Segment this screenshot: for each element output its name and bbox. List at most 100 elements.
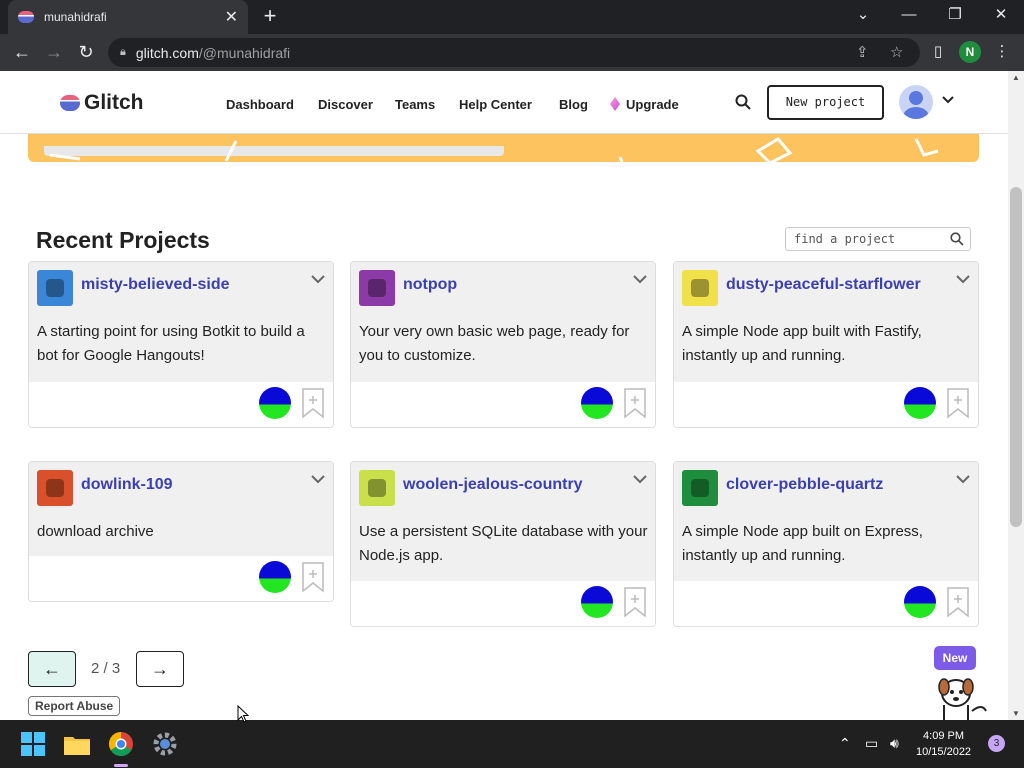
restore-button[interactable]: ❐: [932, 0, 978, 34]
project-card[interactable]: misty-believed-side A starting point for …: [28, 261, 334, 428]
project-name-link[interactable]: dusty-peaceful-starflower: [726, 276, 921, 294]
forward-icon[interactable]: →: [42, 40, 66, 64]
scrollbar-thumb[interactable]: [1010, 187, 1022, 527]
windows-start-icon[interactable]: [17, 728, 49, 760]
project-name-link[interactable]: misty-believed-side: [81, 276, 230, 294]
card-footer: [351, 581, 655, 626]
reload-icon[interactable]: ↻: [74, 40, 98, 64]
chevron-down-icon[interactable]: [956, 274, 970, 284]
project-name-link[interactable]: dowlink-109: [81, 476, 173, 494]
bookmark-icon[interactable]: [623, 387, 647, 419]
card-footer: [674, 581, 978, 626]
nav-blog[interactable]: Blog: [559, 97, 588, 112]
tab-search-icon[interactable]: ⌄: [840, 0, 886, 34]
file-explorer-icon[interactable]: [61, 728, 93, 760]
bookmark-icon[interactable]: [946, 387, 970, 419]
project-name-link[interactable]: woolen-jealous-country: [403, 476, 583, 494]
card-body: notpop Your very own basic web page, read…: [351, 262, 655, 384]
chevron-down-icon[interactable]: [956, 474, 970, 484]
chrome-menu-icon[interactable]: ⋮: [992, 42, 1012, 60]
search-icon[interactable]: [950, 232, 964, 246]
bookmark-icon[interactable]: [946, 586, 970, 618]
browser-tab-strip: munahidrafi ✕ + ⌄ — ❐ ✕: [0, 0, 1024, 34]
glitch-header: Glitch Dashboard Discover Teams Help Cen…: [0, 71, 1008, 134]
project-description: Your very own basic web page, ready for …: [359, 323, 630, 364]
glitch-logo[interactable]: Glitch: [60, 91, 144, 115]
nav-help-center[interactable]: Help Center: [459, 97, 532, 112]
page-scrollbar[interactable]: ▲ ▼: [1008, 71, 1024, 720]
minimize-button[interactable]: —: [886, 0, 932, 34]
settings-gear-icon[interactable]: [149, 728, 181, 760]
nav-discover[interactable]: Discover: [318, 97, 373, 112]
volume-icon[interactable]: 🔊︎: [890, 735, 899, 752]
chevron-down-icon[interactable]: [633, 474, 647, 484]
scroll-down-icon[interactable]: ▼: [1012, 709, 1020, 718]
card-footer: [351, 382, 655, 427]
scroll-up-icon[interactable]: ▲: [1012, 73, 1020, 82]
chevron-down-icon[interactable]: [942, 95, 954, 105]
side-panel-icon[interactable]: ▯: [928, 42, 948, 60]
nav-dashboard[interactable]: Dashboard: [226, 97, 294, 112]
card-body: clover-pebble-quartz A simple Node app bu…: [674, 462, 978, 583]
chevron-down-icon[interactable]: [311, 274, 325, 284]
user-avatar[interactable]: [259, 561, 291, 593]
project-card[interactable]: woolen-jealous-country Use a persistent S…: [350, 461, 656, 627]
user-avatar[interactable]: [259, 387, 291, 419]
network-icon[interactable]: ▭: [865, 735, 878, 752]
user-avatar[interactable]: [904, 387, 936, 419]
project-avatar[interactable]: [37, 470, 73, 506]
project-avatar[interactable]: [359, 470, 395, 506]
project-name-link[interactable]: notpop: [403, 276, 457, 294]
card-body: woolen-jealous-country Use a persistent S…: [351, 462, 655, 583]
user-avatar[interactable]: [904, 586, 936, 618]
bookmark-icon[interactable]: [623, 586, 647, 618]
close-window-button[interactable]: ✕: [978, 0, 1024, 34]
system-clock[interactable]: 4:09 PM 10/15/2022: [916, 728, 971, 760]
profile-avatar[interactable]: N: [959, 41, 981, 63]
lock-icon[interactable]: 🔒︎: [120, 46, 126, 59]
close-tab-icon[interactable]: ✕: [225, 7, 238, 27]
project-avatar[interactable]: [682, 270, 718, 306]
user-avatar[interactable]: [581, 387, 613, 419]
windows-taskbar: ⌃ ▭ 🔊︎ 4:09 PM 10/15/2022 3: [0, 720, 1024, 768]
project-card[interactable]: dowlink-109 download archive: [28, 461, 334, 602]
share-icon[interactable]: ⇪: [856, 43, 869, 61]
project-card[interactable]: notpop Your very own basic web page, read…: [350, 261, 656, 428]
browser-tab[interactable]: munahidrafi ✕: [8, 0, 248, 34]
project-description: A simple Node app built with Fastify, in…: [682, 323, 922, 364]
tab-title: munahidrafi: [44, 10, 107, 24]
card-footer: [29, 556, 333, 601]
chrome-icon[interactable]: [105, 728, 137, 760]
find-project-input[interactable]: [785, 227, 971, 251]
mouse-cursor-icon: [237, 705, 249, 723]
chevron-down-icon[interactable]: [311, 474, 325, 484]
nav-upgrade[interactable]: Upgrade: [610, 97, 679, 112]
bookmark-icon[interactable]: [301, 561, 325, 593]
project-avatar[interactable]: [359, 270, 395, 306]
project-description: A starting point for using Botkit to bui…: [37, 323, 305, 364]
project-avatar[interactable]: [37, 270, 73, 306]
user-avatar[interactable]: [581, 586, 613, 618]
search-icon[interactable]: [735, 94, 751, 110]
next-page-button[interactable]: →: [136, 651, 184, 687]
chevron-down-icon[interactable]: [633, 274, 647, 284]
new-badge[interactable]: New: [934, 646, 976, 670]
project-card[interactable]: clover-pebble-quartz A simple Node app bu…: [673, 461, 979, 627]
back-icon[interactable]: ←: [10, 40, 34, 64]
report-abuse-button[interactable]: Report Abuse: [28, 696, 121, 716]
previous-page-button[interactable]: ←: [28, 651, 76, 687]
address-bar[interactable]: 🔒︎ glitch.com/@munahidrafi ⇪ ☆: [108, 38, 920, 67]
bookmark-icon[interactable]: [301, 387, 325, 419]
project-description: download archive: [37, 523, 154, 540]
glitch-mascot-icon[interactable]: [934, 673, 988, 720]
project-card[interactable]: dusty-peaceful-starflower A simple Node a…: [673, 261, 979, 428]
new-tab-button[interactable]: +: [258, 4, 282, 28]
new-project-button[interactable]: New project: [767, 85, 884, 120]
notification-badge[interactable]: 3: [988, 735, 1005, 752]
chevron-up-icon[interactable]: ⌃: [839, 735, 851, 752]
project-name-link[interactable]: clover-pebble-quartz: [726, 476, 883, 494]
user-avatar[interactable]: [899, 85, 933, 119]
project-avatar[interactable]: [682, 470, 718, 506]
bookmark-star-icon[interactable]: ☆: [890, 43, 903, 61]
nav-teams[interactable]: Teams: [395, 97, 435, 112]
